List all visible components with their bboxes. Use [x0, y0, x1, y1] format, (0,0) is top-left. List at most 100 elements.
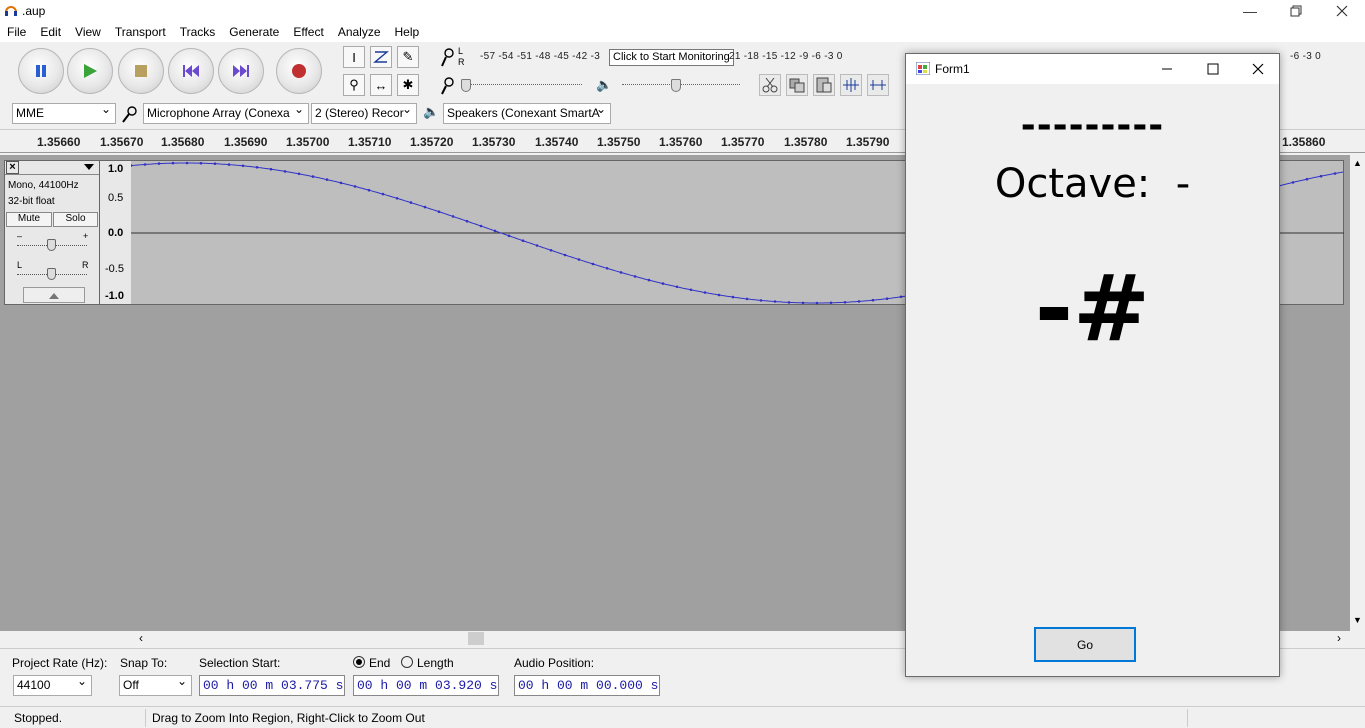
sample-point	[465, 219, 469, 223]
track-menu-arrow-icon[interactable]	[84, 164, 94, 170]
trim-button[interactable]	[840, 74, 862, 96]
skip-start-icon	[183, 65, 199, 77]
project-rate-select[interactable]: 44100	[13, 675, 92, 696]
playback-meter-scale-tail[interactable]: -6 -3 0	[1290, 51, 1321, 62]
menu-tracks[interactable]: Tracks	[173, 22, 223, 42]
sample-point	[409, 201, 413, 204]
menu-help[interactable]: Help	[388, 22, 427, 42]
form1-maximize-button[interactable]	[1190, 54, 1236, 84]
sample-point	[563, 253, 567, 257]
snap-to-select[interactable]: Off	[119, 675, 192, 696]
sample-point	[423, 205, 427, 209]
minimize-button[interactable]: —	[1227, 0, 1273, 22]
timeshift-tool-button[interactable]: ↔	[370, 74, 392, 96]
restore-button[interactable]	[1273, 0, 1319, 22]
scroll-right-icon[interactable]: ›	[1337, 631, 1341, 645]
menu-analyze[interactable]: Analyze	[331, 22, 388, 42]
sample-point	[479, 224, 483, 228]
menu-view[interactable]: View	[68, 22, 108, 42]
play-button[interactable]	[67, 48, 113, 94]
playback-volume-slider[interactable]	[622, 84, 740, 85]
sample-point	[843, 301, 847, 304]
scroll-left-icon[interactable]: ‹	[139, 631, 143, 645]
end-radio[interactable]	[353, 656, 365, 668]
menu-effect[interactable]: Effect	[286, 22, 330, 42]
pause-button[interactable]	[18, 48, 64, 94]
length-radio[interactable]	[401, 656, 413, 668]
close-icon	[1252, 63, 1263, 75]
go-button[interactable]: Go	[1034, 627, 1136, 662]
status-divider	[1187, 709, 1188, 727]
recording-channels-select[interactable]: 2 (Stereo) Recor	[311, 103, 417, 124]
recording-volume-slider[interactable]	[462, 84, 582, 85]
recording-volume-thumb[interactable]	[461, 79, 471, 92]
track-close-button[interactable]: ×	[6, 161, 19, 174]
mute-button[interactable]: Mute	[6, 212, 52, 227]
menu-transport[interactable]: Transport	[108, 22, 173, 42]
copy-button[interactable]	[786, 74, 808, 96]
sample-point	[283, 170, 287, 173]
cut-button[interactable]	[759, 74, 781, 96]
selection-tool-button[interactable]: I	[343, 46, 365, 68]
form1-minimize-button[interactable]	[1144, 54, 1190, 84]
recording-device-select[interactable]: Microphone Array (Conexa	[143, 103, 309, 124]
record-meter-mic-icon[interactable]	[440, 46, 460, 68]
ruler-tick: 1.35770	[721, 135, 765, 149]
multi-tool-button[interactable]: ✱	[397, 74, 419, 96]
sample-point	[395, 197, 399, 200]
selection-end-field[interactable]: 00 h 00 m 03.920 s	[353, 675, 499, 696]
playback-volume-thumb[interactable]	[671, 79, 681, 92]
status-hint: Drag to Zoom Into Region, Right-Click to…	[152, 711, 425, 725]
end-radio-label[interactable]: End	[369, 656, 390, 670]
menu-file[interactable]: File	[0, 22, 33, 42]
status-bar: Stopped. Drag to Zoom Into Region, Right…	[0, 706, 1365, 728]
play-icon	[84, 64, 97, 78]
record-meter-scale[interactable]: -57 -54 -51 -48 -45 -42 -3	[480, 51, 600, 62]
close-button[interactable]	[1319, 0, 1365, 22]
selection-start-field[interactable]: 00 h 00 m 03.775 s	[199, 675, 345, 696]
audio-host-select[interactable]: MME	[12, 103, 116, 124]
horizontal-scroll-thumb[interactable]	[468, 632, 484, 645]
zoom-tool-button[interactable]: ⚲	[343, 74, 365, 96]
sample-point	[311, 175, 315, 178]
skip-start-button[interactable]	[168, 48, 214, 94]
collapse-track-button[interactable]	[23, 287, 85, 303]
pan-slider-thumb[interactable]	[47, 268, 56, 280]
sample-point	[241, 164, 245, 168]
gain-slider-thumb[interactable]	[47, 239, 56, 251]
project-rate-label: Project Rate (Hz):	[12, 656, 108, 670]
silence-button[interactable]	[867, 74, 889, 96]
sample-point	[899, 295, 903, 299]
audio-position-field[interactable]: 00 h 00 m 00.000 s	[514, 675, 660, 696]
scroll-down-icon[interactable]: ▼	[1353, 615, 1362, 625]
ruler-tick: 1.35700	[286, 135, 330, 149]
sample-point	[605, 267, 609, 270]
stop-button[interactable]	[118, 48, 164, 94]
length-radio-label[interactable]: Length	[417, 656, 454, 670]
paste-button[interactable]	[813, 74, 835, 96]
skip-end-button[interactable]	[218, 48, 264, 94]
vruler-label: 1.0	[108, 163, 124, 175]
sample-point	[1305, 177, 1309, 181]
ruler-tick: 1.35730	[472, 135, 516, 149]
vertical-ruler[interactable]: 1.0 0.5 0.0 -0.5 -1.0	[100, 160, 131, 305]
close-icon	[1336, 5, 1348, 17]
sample-point	[143, 163, 147, 166]
vertical-scrollbar[interactable]: ▲ ▼	[1350, 155, 1365, 631]
playback-device-select[interactable]: Speakers (Conexant SmartA	[443, 103, 611, 124]
gain-minus-label: –	[17, 231, 23, 241]
monitoring-tooltip[interactable]: Click to Start Monitoring	[609, 49, 734, 66]
menu-edit[interactable]: Edit	[33, 22, 68, 42]
scroll-up-icon[interactable]: ▲	[1353, 158, 1362, 168]
form1-close-button[interactable]	[1236, 54, 1279, 84]
ruler-tick: 1.35750	[597, 135, 641, 149]
record-meter-scale-tail[interactable]: 21 -18 -15 -12 -9 -6 -3 0	[729, 51, 843, 62]
solo-button[interactable]: Solo	[53, 212, 98, 227]
envelope-tool-button[interactable]	[370, 46, 392, 68]
sample-point	[815, 301, 819, 305]
copy-icon	[789, 78, 805, 93]
draw-tool-button[interactable]: ✎	[397, 46, 419, 68]
sample-point	[591, 262, 595, 266]
record-button[interactable]	[276, 48, 322, 94]
menu-generate[interactable]: Generate	[222, 22, 286, 42]
